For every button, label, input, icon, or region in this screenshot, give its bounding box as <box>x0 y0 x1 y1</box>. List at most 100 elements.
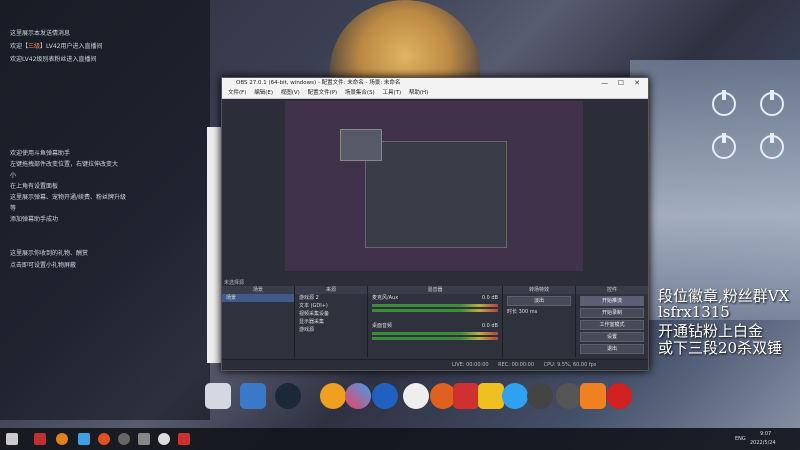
obs-menubar: 文件(F) 编辑(E) 视图(V) 配置文件(P) 场景集合(S) 工具(T) … <box>222 89 648 99</box>
scene-item[interactable]: 场景 <box>222 294 294 302</box>
volume-meter <box>372 332 498 335</box>
nested-preview-inner <box>340 129 382 161</box>
duration-input[interactable]: 300 ms <box>519 309 538 315</box>
transitions-header: 转场特效 <box>503 286 575 294</box>
menu-profile[interactable]: 配置文件(P) <box>308 90 338 96</box>
start-icon[interactable] <box>6 433 18 445</box>
app-shortcut-icon[interactable] <box>478 383 504 409</box>
app-shortcut-icon[interactable] <box>240 383 266 409</box>
taskbar-app-icon[interactable] <box>178 433 190 445</box>
clock-date[interactable]: 2022/5/24 <box>750 440 776 446</box>
source-item[interactable]: 游戏源 2 <box>295 294 367 302</box>
settings-button[interactable]: 设置 <box>580 332 644 342</box>
app-shortcut-icon[interactable] <box>502 383 528 409</box>
taskbar-app-icon[interactable] <box>138 433 150 445</box>
app-shortcut-icon[interactable] <box>345 383 371 409</box>
scenes-dock: 场景 场景 <box>222 286 295 358</box>
cpu-status: CPU: 9.5%, 60.00 fps <box>543 362 597 368</box>
app-shortcut-icon[interactable] <box>580 383 606 409</box>
menu-view[interactable]: 视图(V) <box>281 90 300 96</box>
taskbar-app-icon[interactable] <box>34 433 46 445</box>
controls-header: 控件 <box>576 286 648 294</box>
promo-text: 或下三段20杀双锤 <box>658 339 783 357</box>
clock-app-icon[interactable] <box>403 383 429 409</box>
mixer-channel-name: 桌面音频 0.0 dB <box>368 322 502 330</box>
app-shortcut-icon[interactable] <box>606 383 632 409</box>
mixer-dock: 混音器 麦克风/Aux 0.0 dB 桌面音频 0.0 dB <box>368 286 503 358</box>
taskbar-app-icon[interactable] <box>78 433 90 445</box>
volume-slider[interactable] <box>372 309 498 312</box>
maximize-icon[interactable]: ☐ <box>618 78 624 89</box>
transition-select[interactable]: 淡出 <box>507 296 571 306</box>
studio-mode-button[interactable]: 工作室模式 <box>580 320 644 330</box>
taskbar-app-icon[interactable] <box>56 433 68 445</box>
power-icon <box>712 90 736 116</box>
mixer-name: 麦克风/Aux <box>372 295 399 301</box>
mixer-level: 0.0 dB <box>481 323 498 329</box>
chat-line: 这里展示弹幕、宠物开通/续费、粉丝牌升级 <box>10 194 127 201</box>
chat-line: 欢迎【三级】LV42用户进入直播间 <box>10 43 103 50</box>
obs-preview[interactable] <box>285 101 583 271</box>
menu-help[interactable]: 帮助(H) <box>409 90 428 96</box>
menu-file[interactable]: 文件(F) <box>228 90 246 96</box>
menu-tools[interactable]: 工具(T) <box>382 90 401 96</box>
duration-label: 时长 <box>507 309 518 315</box>
menu-scene-collection[interactable]: 场景集合(S) <box>345 90 375 96</box>
mixer-channel-name: 麦克风/Aux 0.0 dB <box>368 294 502 302</box>
close-icon[interactable]: ✕ <box>634 78 640 89</box>
power-icon <box>760 90 784 116</box>
taskbar-app-icon[interactable] <box>98 433 110 445</box>
chat-line: 左键拖拽部件改变位置，右键拉伸改变大 <box>10 161 119 168</box>
app-shortcut-icon[interactable] <box>320 383 346 409</box>
obs-app-icon[interactable] <box>556 383 582 409</box>
transitions-dock: 转场特效 淡出 时长 300 ms <box>503 286 576 358</box>
window-title: OBS 27.0.1 (64-bit, windows) - 配置文件: 未命名… <box>236 80 401 86</box>
sources-header: 来源 <box>295 286 367 294</box>
app-shortcut-icon[interactable] <box>453 383 479 409</box>
start-recording-button[interactable]: 开始录制 <box>580 308 644 318</box>
clock-time[interactable]: 9:07 <box>760 431 771 437</box>
taskbar-app-icon[interactable] <box>158 433 170 445</box>
power-icon <box>760 133 784 159</box>
nested-preview <box>365 141 507 248</box>
chat-line: 这里展示你收到的礼物、酬赏 <box>10 250 89 257</box>
scenes-header: 场景 <box>222 286 294 294</box>
obs-titlebar[interactable]: OBS 27.0.1 (64-bit, windows) - 配置文件: 未命名… <box>222 78 648 89</box>
mixer-header: 混音器 <box>368 286 502 294</box>
no-source-label: 未选择源 <box>224 280 245 286</box>
source-item[interactable]: 游戏源 <box>295 326 367 334</box>
rec-status: REC: 00:00:00 <box>498 362 535 368</box>
source-item[interactable]: 视频采集设备 <box>295 310 367 318</box>
chat-line: 小 <box>10 172 17 179</box>
obs-statusbar: LIVE: 00:00:00 REC: 00:00:00 CPU: 9.5%, … <box>222 359 648 370</box>
app-shortcut-icon[interactable] <box>205 383 231 409</box>
obs-window[interactable]: OBS 27.0.1 (64-bit, windows) - 配置文件: 未命名… <box>221 77 649 371</box>
chat-line: 这里展示本发送情消息 <box>10 30 71 37</box>
taskbar-app-icon[interactable] <box>118 433 130 445</box>
volume-meter <box>372 304 498 307</box>
danmu-chat-overlay: 这里展示本发送情消息 欢迎【三级】LV42用户进入直播间 欢迎LV42级别表粉丝… <box>0 0 210 420</box>
language-indicator[interactable]: ENG <box>735 436 746 442</box>
menu-edit[interactable]: 编辑(E) <box>254 90 273 96</box>
source-item[interactable]: 文本 (GDI+) <box>295 302 367 310</box>
minimize-icon[interactable]: — <box>601 78 608 89</box>
chat-line: 欢迎使用斗鱼弹幕助手 <box>10 150 71 157</box>
steam-icon[interactable] <box>275 383 301 409</box>
exit-button[interactable]: 退出 <box>580 344 644 354</box>
mixer-name: 桌面音频 <box>372 323 393 329</box>
source-item[interactable]: 显示器采集 <box>295 318 367 326</box>
controls-dock: 控件 开始推流 开始录制 工作室模式 设置 退出 <box>576 286 648 358</box>
volume-slider[interactable] <box>372 337 498 340</box>
chat-line: 在上角有设置面板 <box>10 183 59 190</box>
chat-line: 点击即可设置小礼物屏蔽 <box>10 262 77 269</box>
duration-row: 时长 300 ms <box>503 308 575 316</box>
sources-dock: 来源 游戏源 2 文本 (GDI+) 视频采集设备 显示器采集 游戏源 <box>295 286 368 358</box>
chat-line: 等 <box>10 205 17 212</box>
app-shortcut-icon[interactable] <box>527 383 553 409</box>
start-streaming-button[interactable]: 开始推流 <box>580 296 644 306</box>
app-shortcut-icon[interactable] <box>372 383 398 409</box>
mixer-level: 0.0 dB <box>481 295 498 301</box>
browser-side-panel <box>207 127 221 363</box>
chat-highlight: 三级 <box>28 43 41 50</box>
live-status: LIVE: 00:00:00 <box>452 362 489 368</box>
